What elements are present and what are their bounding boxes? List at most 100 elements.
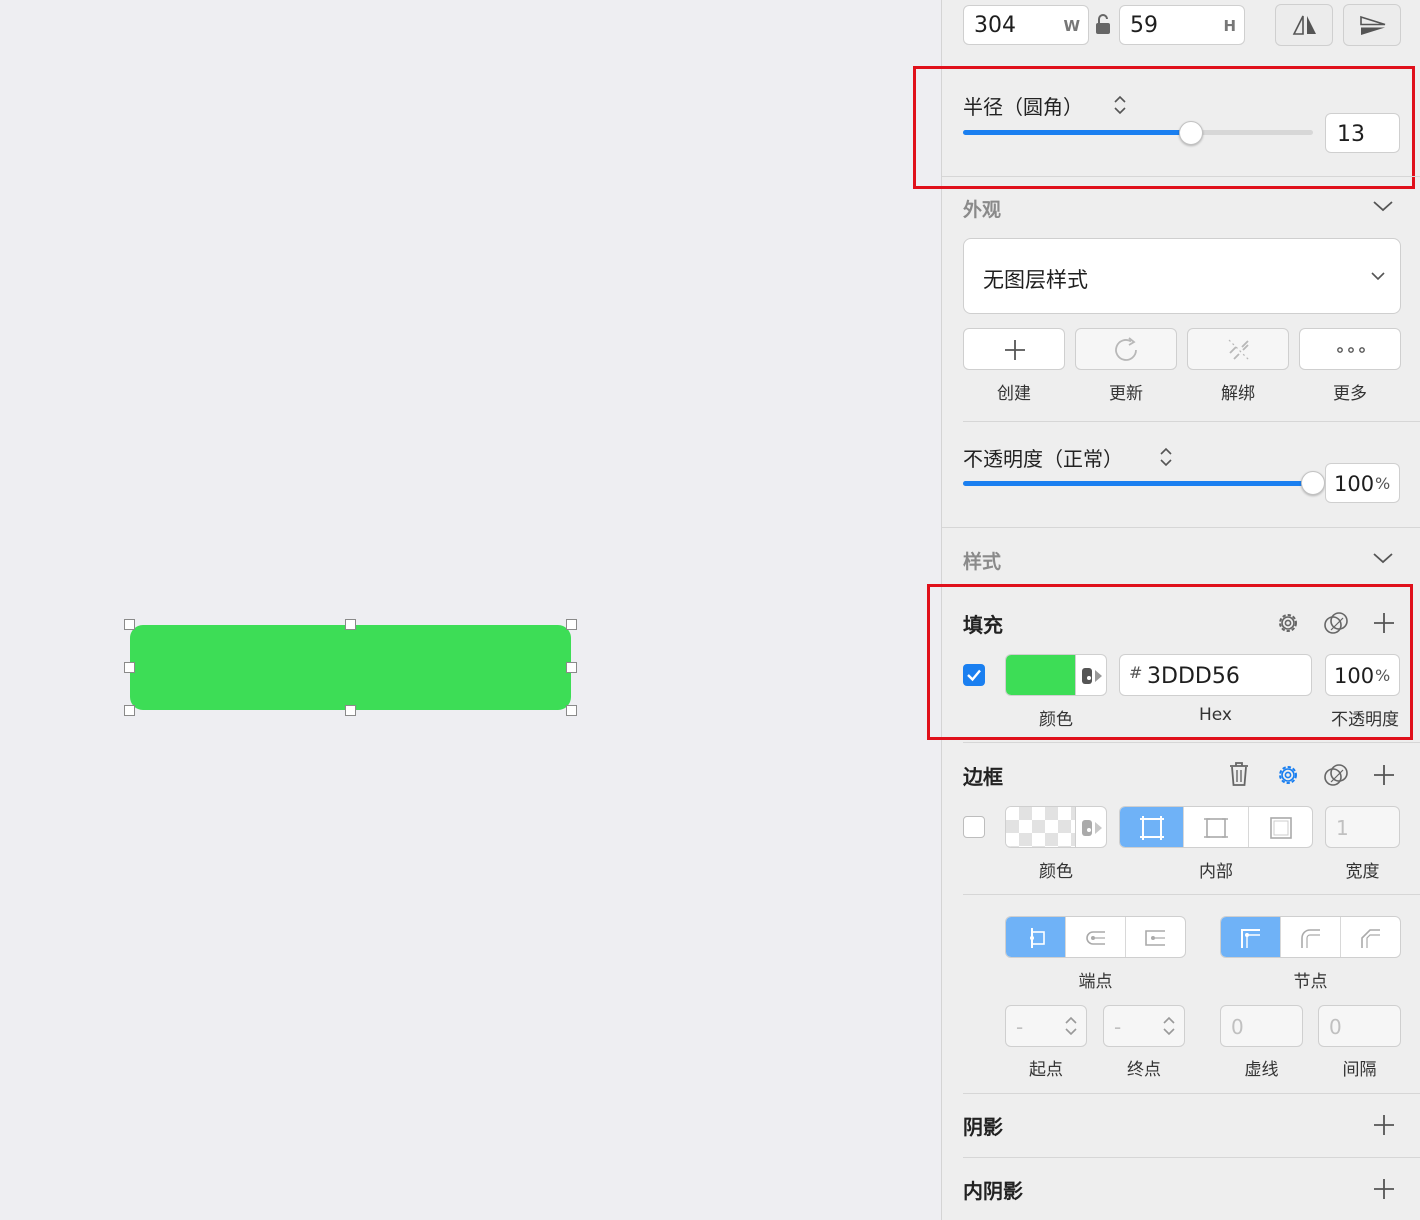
line-ends-caption: 端点 — [1078, 972, 1113, 992]
gap-input[interactable]: 0 — [1318, 1005, 1401, 1047]
blend-mode-icon[interactable] — [1323, 762, 1349, 788]
square-end-icon — [1145, 930, 1165, 946]
bevel-join-icon — [1361, 929, 1380, 948]
border-outside-icon — [1269, 817, 1292, 839]
add-fill-icon[interactable] — [1372, 611, 1396, 635]
butt-end-option[interactable] — [1006, 917, 1066, 957]
fill-enabled-checkbox[interactable] — [963, 664, 985, 686]
flip-horizontal-button[interactable] — [1275, 4, 1333, 46]
detach-style-button[interactable] — [1187, 328, 1289, 370]
radius-slider[interactable] — [963, 130, 1313, 135]
flip-vertical-button[interactable] — [1343, 4, 1401, 46]
lock-icon[interactable] — [1095, 13, 1111, 35]
miter-join-icon — [1241, 929, 1260, 948]
add-border-icon[interactable] — [1372, 763, 1396, 787]
inner-shadow-title: 内阴影 — [963, 1179, 1023, 1203]
border-position-segmented[interactable] — [1119, 806, 1313, 848]
detach-label: 解绑 — [1221, 384, 1255, 404]
round-join-icon — [1301, 929, 1320, 948]
shadow-title: 阴影 — [963, 1115, 1003, 1139]
border-outside-option[interactable] — [1249, 807, 1312, 847]
border-width-placeholder: 1 — [1336, 816, 1349, 840]
radius-input[interactable]: 13 — [1325, 113, 1400, 153]
resize-handle-top-left[interactable] — [124, 619, 135, 630]
line-ends-segmented[interactable] — [1005, 916, 1186, 958]
fill-opacity-unit: % — [1375, 666, 1391, 685]
gap-value: 0 — [1329, 1015, 1342, 1039]
transparent-swatch — [1006, 807, 1076, 847]
update-label: 更新 — [1109, 384, 1143, 404]
resize-handle-right[interactable] — [566, 662, 577, 673]
fill-color-well[interactable] — [1005, 654, 1107, 696]
blend-mode-icon[interactable] — [1323, 610, 1349, 636]
line-joins-caption: 节点 — [1293, 972, 1328, 992]
opacity-value: 100 — [1334, 472, 1375, 496]
radius-slider-knob[interactable] — [1179, 121, 1203, 145]
opacity-slider[interactable] — [963, 481, 1313, 486]
resize-handle-bottom-right[interactable] — [566, 705, 577, 716]
border-enabled-checkbox[interactable] — [963, 816, 985, 838]
width-suffix: W — [1063, 17, 1080, 35]
more-options-button[interactable] — [1299, 328, 1401, 370]
border-width-input[interactable]: 1 — [1325, 806, 1400, 848]
divider — [942, 176, 1420, 177]
bevel-join-option[interactable] — [1341, 917, 1400, 957]
create-label: 创建 — [997, 384, 1031, 404]
resize-handle-top-right[interactable] — [566, 619, 577, 630]
resize-handle-top[interactable] — [345, 619, 356, 630]
flip-vertical-icon — [1359, 15, 1387, 37]
border-color-well[interactable] — [1005, 806, 1107, 848]
opacity-slider-knob[interactable] — [1301, 471, 1325, 495]
layer-style-dropdown[interactable]: 无图层样式 — [963, 238, 1401, 314]
create-style-button[interactable] — [963, 328, 1065, 370]
opacity-input[interactable]: 100 % — [1325, 463, 1400, 503]
border-inside-option[interactable] — [1120, 807, 1185, 847]
update-style-button[interactable] — [1075, 328, 1177, 370]
gear-icon[interactable] — [1275, 610, 1301, 636]
radius-label: 半径（圆角） — [963, 95, 1083, 119]
resize-handle-left[interactable] — [124, 662, 135, 673]
gear-icon[interactable] — [1275, 762, 1301, 788]
border-inside-icon — [1140, 816, 1164, 840]
miter-join-option[interactable] — [1221, 917, 1281, 957]
dash-input[interactable]: 0 — [1220, 1005, 1303, 1047]
line-joins-segmented[interactable] — [1220, 916, 1401, 958]
radius-value: 13 — [1337, 122, 1365, 147]
opacity-label: 不透明度（正常） — [963, 447, 1123, 471]
start-arrow-value: - — [1016, 1015, 1024, 1039]
resize-handle-bottom[interactable] — [345, 705, 356, 716]
style-section-label: 样式 — [963, 551, 1002, 573]
height-field[interactable]: 59 H — [1119, 5, 1245, 45]
radius-stepper-icon[interactable] — [1113, 93, 1127, 117]
fill-opacity-value: 100 — [1334, 664, 1375, 688]
stepper-icon — [1065, 1016, 1077, 1036]
round-end-option[interactable] — [1066, 917, 1126, 957]
opacity-stepper-icon[interactable] — [1159, 445, 1173, 469]
fill-hex-value: 3DDD56 — [1147, 664, 1240, 689]
chevron-down-icon[interactable] — [1372, 199, 1394, 213]
end-arrow-select[interactable]: - — [1103, 1005, 1185, 1047]
fill-opacity-input[interactable]: 100 % — [1325, 654, 1400, 696]
butt-end-icon — [1030, 928, 1045, 948]
trash-icon[interactable] — [1227, 761, 1251, 787]
divider — [942, 527, 1420, 528]
chevron-down-icon[interactable] — [1372, 551, 1394, 565]
border-color-caption: 颜色 — [1039, 862, 1073, 882]
width-field[interactable]: 304 W — [963, 5, 1089, 45]
square-end-option[interactable] — [1126, 917, 1185, 957]
start-arrow-select[interactable]: - — [1005, 1005, 1087, 1047]
divider — [963, 421, 1420, 422]
border-center-option[interactable] — [1184, 807, 1249, 847]
canvas[interactable] — [0, 0, 941, 1220]
fill-color-swatch — [1006, 655, 1076, 695]
border-title: 边框 — [963, 765, 1003, 789]
green-rectangle-layer[interactable] — [130, 625, 571, 710]
add-shadow-icon[interactable] — [1372, 1113, 1396, 1137]
round-join-option[interactable] — [1281, 917, 1341, 957]
fill-hex-input[interactable]: # 3DDD56 — [1119, 654, 1312, 696]
dropdown-chevron-icon — [1370, 271, 1386, 281]
dash-value: 0 — [1231, 1015, 1244, 1039]
resize-handle-bottom-left[interactable] — [124, 705, 135, 716]
add-inner-shadow-icon[interactable] — [1372, 1177, 1396, 1201]
inspector-panel: 304 W 59 H 半径（圆角） 13 外观 无图层样式 创建 更新 解绑 更… — [913, 0, 1420, 1220]
